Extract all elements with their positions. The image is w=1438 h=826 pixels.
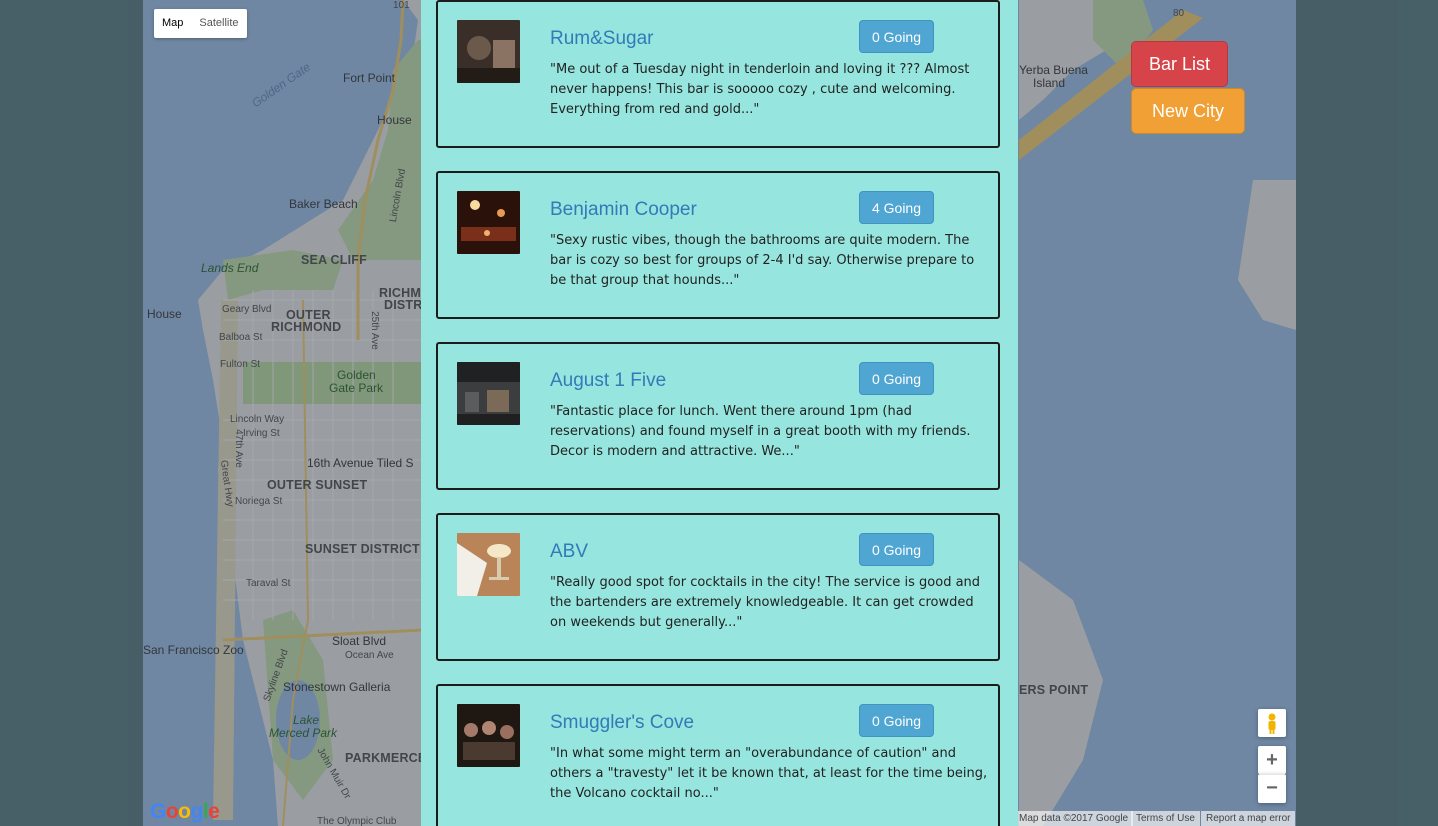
map-label-lands-end: Lands End (201, 261, 259, 275)
google-logo[interactable]: Google (150, 800, 220, 824)
map-label-geary: Geary Blvd (222, 304, 272, 315)
bar-card: August 1 Five 0 Going "Fantastic place f… (436, 342, 1000, 490)
route-101-icon: 101 (393, 0, 410, 11)
bar-card: Rum&Sugar 0 Going "Me out of a Tuesday n… (436, 0, 1000, 148)
bar-thumbnail[interactable] (457, 20, 520, 83)
bar-thumbnail[interactable] (457, 362, 520, 425)
map-data-attribution: Map data ©2017 Google (1014, 811, 1134, 826)
map-label-sunset-district: SUNSET DISTRICT (305, 542, 420, 556)
map-label-outer-richmond-2: RICHMOND (271, 320, 342, 334)
bar-list-button[interactable]: Bar List (1131, 41, 1229, 87)
map-label-golden-gate-park-2: Gate Park (329, 381, 384, 395)
zoom-in-button[interactable]: + (1258, 746, 1286, 774)
review-snippet: "In what some might term an "overabundan… (550, 746, 988, 801)
going-button[interactable]: 4 Going (859, 191, 934, 224)
bar-card: ABV 0 Going "Really good spot for cockta… (436, 513, 1000, 661)
review-snippet: "Me out of a Tuesday night in tenderloin… (550, 62, 970, 117)
route-80-icon: 80 (1173, 8, 1185, 19)
map-label-baker-beach: Baker Beach (289, 197, 358, 211)
map-label-olympic-club: The Olympic Club (317, 816, 397, 826)
map-label-yerba-buena: Yerba Buena (1019, 63, 1088, 77)
map-label-sloat: Sloat Blvd (332, 634, 387, 648)
map-label-outer-sunset: OUTER SUNSET (267, 478, 368, 492)
map-label-lincoln-way: Lincoln Way (230, 414, 285, 425)
new-city-button[interactable]: New City (1131, 88, 1246, 134)
bar-name-link[interactable]: ABV (550, 541, 588, 563)
new-city-label: New City (1152, 101, 1225, 121)
going-button[interactable]: 0 Going (859, 533, 934, 566)
map-label-taraval: Taraval St (246, 578, 291, 589)
map-label-47th-ave: 47th Ave (232, 429, 244, 468)
bar-card: Smuggler's Cove 0 Going "In what some mi… (436, 684, 1000, 826)
map-label-house: House (377, 113, 412, 127)
map-type-satellite-button[interactable]: Satellite (191, 9, 246, 38)
bar-list-label: Bar List (1149, 54, 1211, 74)
terms-of-use-link[interactable]: Terms of Use (1131, 811, 1200, 826)
report-map-error-link[interactable]: Report a map error (1201, 811, 1296, 826)
map-label-stonestown: Stonestown Galleria (283, 680, 391, 694)
map-label-25th-ave: 25th Ave (368, 311, 380, 350)
map-type-control: Map Satellite (154, 9, 247, 38)
map-label-lake-merced-2: Merced Park (269, 726, 338, 740)
review-snippet: "Fantastic place for lunch. Went there a… (550, 404, 971, 459)
bar-thumbnail[interactable] (457, 533, 520, 596)
bar-name-link[interactable]: August 1 Five (550, 370, 666, 392)
bar-name-link[interactable]: Smuggler's Cove (550, 712, 694, 734)
map-label-house-left: House (147, 307, 182, 321)
going-button[interactable]: 0 Going (859, 362, 934, 395)
map-label-richmond-2: DISTRI (384, 298, 427, 312)
map-label-balboa: Balboa St (219, 332, 263, 343)
bar-thumbnail[interactable] (457, 704, 520, 767)
bar-list-modal: Rum&Sugar 0 Going "Me out of a Tuesday n… (421, 0, 1018, 826)
map-label-noriega: Noriega St (235, 496, 283, 507)
map-label-hunters-point: ERS POINT (1019, 683, 1089, 697)
map-label-irving: Irving St (243, 428, 280, 439)
street-view-pegman-icon[interactable] (1258, 709, 1286, 737)
bar-name-link[interactable]: Rum&Sugar (550, 28, 654, 50)
going-button[interactable]: 0 Going (859, 20, 934, 53)
review-snippet: "Really good spot for cocktails in the c… (550, 575, 981, 630)
going-button[interactable]: 0 Going (859, 704, 934, 737)
map-label-golden-gate-park: Golden (337, 368, 376, 382)
map-label-sf-zoo: San Francisco Zoo (143, 643, 244, 657)
map-label-fulton: Fulton St (220, 359, 261, 370)
bar-name-link[interactable]: Benjamin Cooper (550, 199, 697, 221)
bar-card: Benjamin Cooper 4 Going "Sexy rustic vib… (436, 171, 1000, 319)
bar-thumbnail[interactable] (457, 191, 520, 254)
map-label-yerba-buena-2: Island (1033, 76, 1066, 90)
map-label-sea-cliff: SEA CLIFF (301, 253, 367, 267)
map-label-ocean-ave: Ocean Ave (345, 650, 394, 661)
map-label-lake-merced: Lake (293, 713, 320, 727)
review-snippet: "Sexy rustic vibes, though the bathrooms… (550, 233, 975, 288)
map-type-map-button[interactable]: Map (154, 9, 191, 38)
map-label-fort-point: Fort Point (343, 71, 396, 85)
map-label-tiled-steps: 16th Avenue Tiled S (307, 456, 414, 470)
zoom-out-button[interactable]: − (1258, 774, 1286, 803)
